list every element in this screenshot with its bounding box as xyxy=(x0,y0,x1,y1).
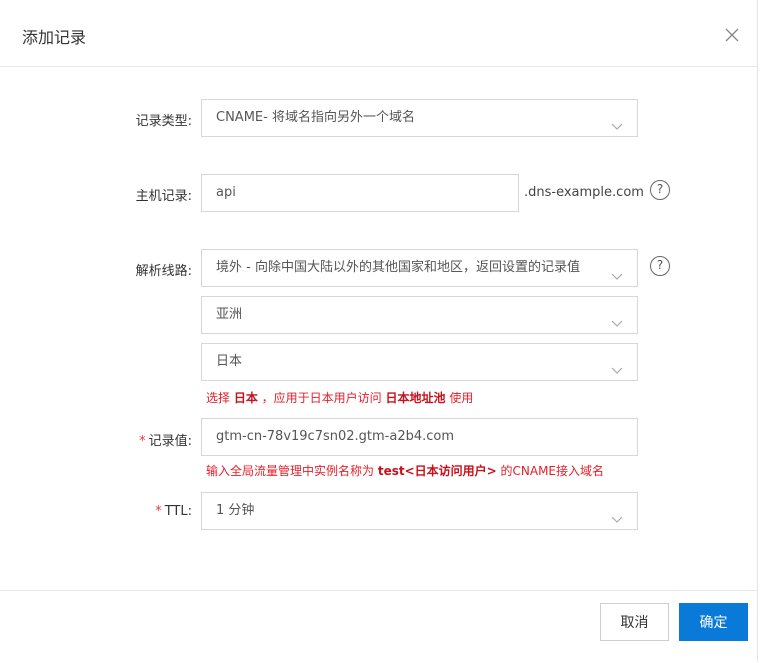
ttl-label: * TTL: xyxy=(72,504,192,519)
ttl-value: 1 分钟 xyxy=(216,503,255,518)
ttl-select[interactable]: 1 分钟 xyxy=(201,492,638,530)
chevron-down-icon xyxy=(611,308,623,327)
confirm-button[interactable]: 确定 xyxy=(679,603,748,641)
record-value-hint: 输入全局流量管理中实例名称为 test<日本访问用户> 的CNAME接入域名 xyxy=(206,462,604,479)
host-record-input[interactable]: api xyxy=(201,174,519,212)
record-type-select[interactable]: CNAME- 将域名指向另外一个域名 xyxy=(201,99,638,137)
record-type-label: 记录类型: xyxy=(135,114,192,129)
line-hint: 选择 日本 ，应用于日本用户访问 日本地址池 使用 xyxy=(206,389,473,406)
record-value-hint-prefix: 输入全局流量管理中实例名称为 xyxy=(206,464,378,478)
chevron-down-icon xyxy=(611,504,623,523)
cancel-button[interactable]: 取消 xyxy=(600,603,669,641)
required-marker: * xyxy=(155,504,162,519)
help-icon[interactable]: ? xyxy=(650,256,670,276)
line-hint-suffix: 使用 xyxy=(445,391,474,405)
line-select[interactable]: 境外 - 向除中国大陆以外的其他国家和地区，返回设置的记录值 xyxy=(201,249,638,287)
record-value-hint-instance: test<日本访问用户> xyxy=(377,464,497,478)
line-hint-country: 日本 xyxy=(233,391,258,405)
line-hint-pool: 日本地址池 xyxy=(385,391,446,405)
line-hint-prefix: 选择 xyxy=(206,391,234,405)
chevron-down-icon xyxy=(611,355,623,374)
dialog-header: 添加记录 xyxy=(0,0,757,67)
country-select[interactable]: 日本 xyxy=(201,343,638,381)
required-marker: * xyxy=(139,434,146,449)
close-icon[interactable] xyxy=(725,27,743,45)
country-value: 日本 xyxy=(216,354,243,369)
record-type-value: CNAME- 将域名指向另外一个域名 xyxy=(216,110,415,125)
chevron-down-icon xyxy=(611,261,623,280)
domain-suffix: .dns-example.com xyxy=(524,185,644,200)
record-value-label-text: 记录值: xyxy=(148,434,192,449)
record-value-label: * 记录值: xyxy=(72,430,192,449)
chevron-down-icon xyxy=(611,111,623,130)
line-hint-middle: ，应用于日本用户访问 xyxy=(257,391,386,405)
host-record-label: 主机记录: xyxy=(135,189,192,204)
record-value-hint-suffix: 的CNAME接入域名 xyxy=(496,464,605,478)
region-value: 亚洲 xyxy=(216,307,243,322)
help-icon[interactable]: ? xyxy=(650,180,670,200)
ttl-label-text: TTL: xyxy=(164,504,192,519)
line-value: 境外 - 向除中国大陆以外的其他国家和地区，返回设置的记录值 xyxy=(216,260,580,275)
line-label: 解析线路: xyxy=(135,264,192,279)
record-value-input[interactable]: gtm-cn-78v19c7sn02.gtm-a2b4.com xyxy=(201,418,638,456)
add-record-dialog: 添加记录 记录类型: CNAME- 将域名指向另外一个域名 主机记录: api … xyxy=(0,0,758,662)
region-select[interactable]: 亚洲 xyxy=(201,296,638,334)
dialog-title: 添加记录 xyxy=(22,28,87,47)
